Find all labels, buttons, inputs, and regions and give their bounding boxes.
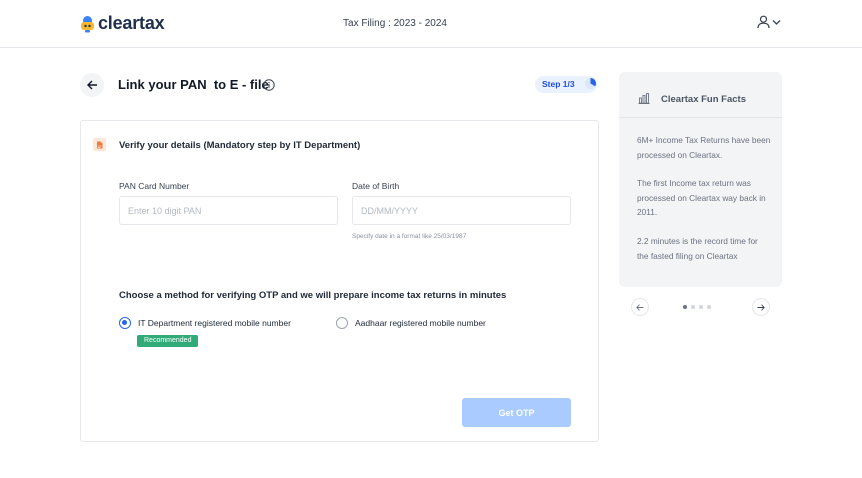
info-icon[interactable] xyxy=(263,79,275,91)
carousel-dots xyxy=(683,305,711,309)
radio-it-department[interactable] xyxy=(119,317,131,329)
section-title: Verify your details (Mandatory step by I… xyxy=(119,140,361,151)
fun-facts-panel: Cleartax Fun Facts 6M+ Income Tax Return… xyxy=(619,72,782,287)
radio-label-it-department: IT Department registered mobile number xyxy=(138,318,291,328)
page-heading: Link your PAN to E - file Step 1/3 xyxy=(80,72,598,98)
user-icon xyxy=(757,15,770,29)
carousel-dot[interactable] xyxy=(683,305,687,309)
radio-aadhaar[interactable] xyxy=(336,317,348,329)
pan-label: PAN Card Number xyxy=(119,181,190,191)
chevron-down-icon xyxy=(772,19,781,25)
carousel-next-button[interactable] xyxy=(752,298,770,316)
radio-option-aadhaar[interactable]: Aadhaar registered mobile number xyxy=(336,317,486,329)
recommended-badge: Recommended xyxy=(137,335,199,347)
carousel-dot[interactable] xyxy=(707,305,711,309)
fun-facts-title: Cleartax Fun Facts xyxy=(661,94,746,105)
header-title: Tax Filing : 2023 - 2024 xyxy=(343,18,447,29)
arrow-right-icon xyxy=(757,303,765,311)
dob-label: Date of Birth xyxy=(352,181,400,191)
dob-input[interactable] xyxy=(352,196,571,225)
arrow-left-icon xyxy=(86,80,97,90)
page-title: Link your PAN to E - file xyxy=(118,77,269,92)
fun-facts-carousel xyxy=(631,298,771,316)
fun-fact-item: 6M+ Income Tax Returns have been process… xyxy=(637,135,771,160)
document-icon xyxy=(93,138,106,151)
progress-ring-icon xyxy=(585,78,597,89)
fun-fact-item: The first Income tax return was processe… xyxy=(637,178,766,217)
top-header: cleartax Tax Filing : 2023 - 2024 xyxy=(0,0,862,48)
carousel-dot[interactable] xyxy=(691,305,695,309)
carousel-dot[interactable] xyxy=(699,305,703,309)
radio-label-aadhaar: Aadhaar registered mobile number xyxy=(355,318,486,328)
fun-facts-header: Cleartax Fun Facts xyxy=(619,72,782,118)
arrow-left-icon xyxy=(636,303,644,311)
get-otp-button[interactable]: Get OTP xyxy=(462,398,571,427)
bar-chart-icon xyxy=(638,93,650,104)
dob-hint: Specify date in a format like 25/03/1987 xyxy=(352,233,467,240)
user-menu-button[interactable] xyxy=(757,15,781,29)
back-button[interactable] xyxy=(80,73,104,97)
pan-input[interactable] xyxy=(119,196,338,225)
radio-option-it-department[interactable]: IT Department registered mobile number xyxy=(119,317,291,329)
otp-method-title: Choose a method for verifying OTP and we… xyxy=(119,290,507,301)
verify-card: Verify your details (Mandatory step by I… xyxy=(80,120,599,442)
fun-fact-item: 2.2 minutes is the record time for the f… xyxy=(637,236,758,261)
carousel-prev-button[interactable] xyxy=(631,298,649,316)
